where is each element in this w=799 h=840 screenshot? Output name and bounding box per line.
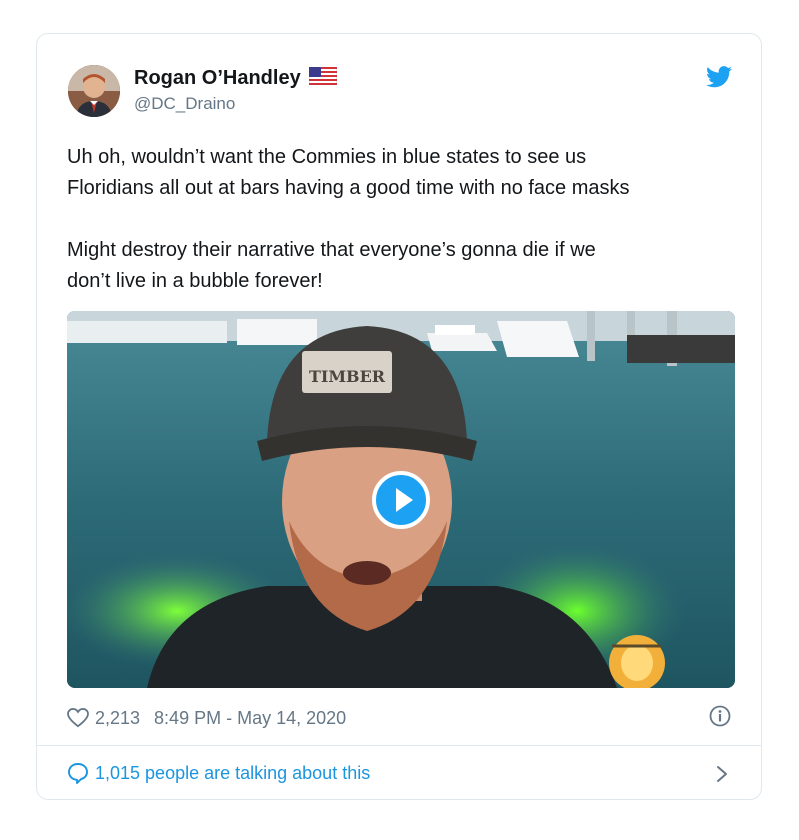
chevron-right-icon[interactable] bbox=[715, 764, 729, 784]
heart-icon[interactable] bbox=[67, 708, 89, 728]
video-thumbnail[interactable]: TIMBER bbox=[67, 311, 735, 688]
cap-logo-text: TIMBER bbox=[309, 367, 386, 386]
conversation-text[interactable]: 1,015 people are talking about this bbox=[95, 763, 370, 784]
like-count[interactable]: 2,213 bbox=[95, 708, 140, 729]
author-handle[interactable]: @DC_Draino bbox=[134, 94, 235, 114]
tweet-text: Uh oh, wouldn’t want the Commies in blue… bbox=[67, 146, 630, 292]
author-name[interactable]: Rogan O’Handley bbox=[134, 67, 301, 90]
speech-bubble-icon bbox=[68, 763, 88, 784]
us-flag-icon bbox=[308, 66, 337, 90]
tweet-card[interactable]: Rogan O’Handley @DC_Draino Uh oh, wouldn… bbox=[36, 33, 762, 800]
play-icon[interactable] bbox=[372, 471, 430, 529]
conversation-link[interactable]: 1,015 people are talking about this bbox=[67, 762, 370, 784]
divider bbox=[37, 745, 761, 746]
timestamp[interactable]: 8:49 PM - May 14, 2020 bbox=[154, 708, 346, 729]
avatar[interactable] bbox=[68, 65, 120, 117]
info-icon[interactable] bbox=[709, 705, 731, 727]
twitter-bird-icon[interactable] bbox=[706, 66, 732, 88]
